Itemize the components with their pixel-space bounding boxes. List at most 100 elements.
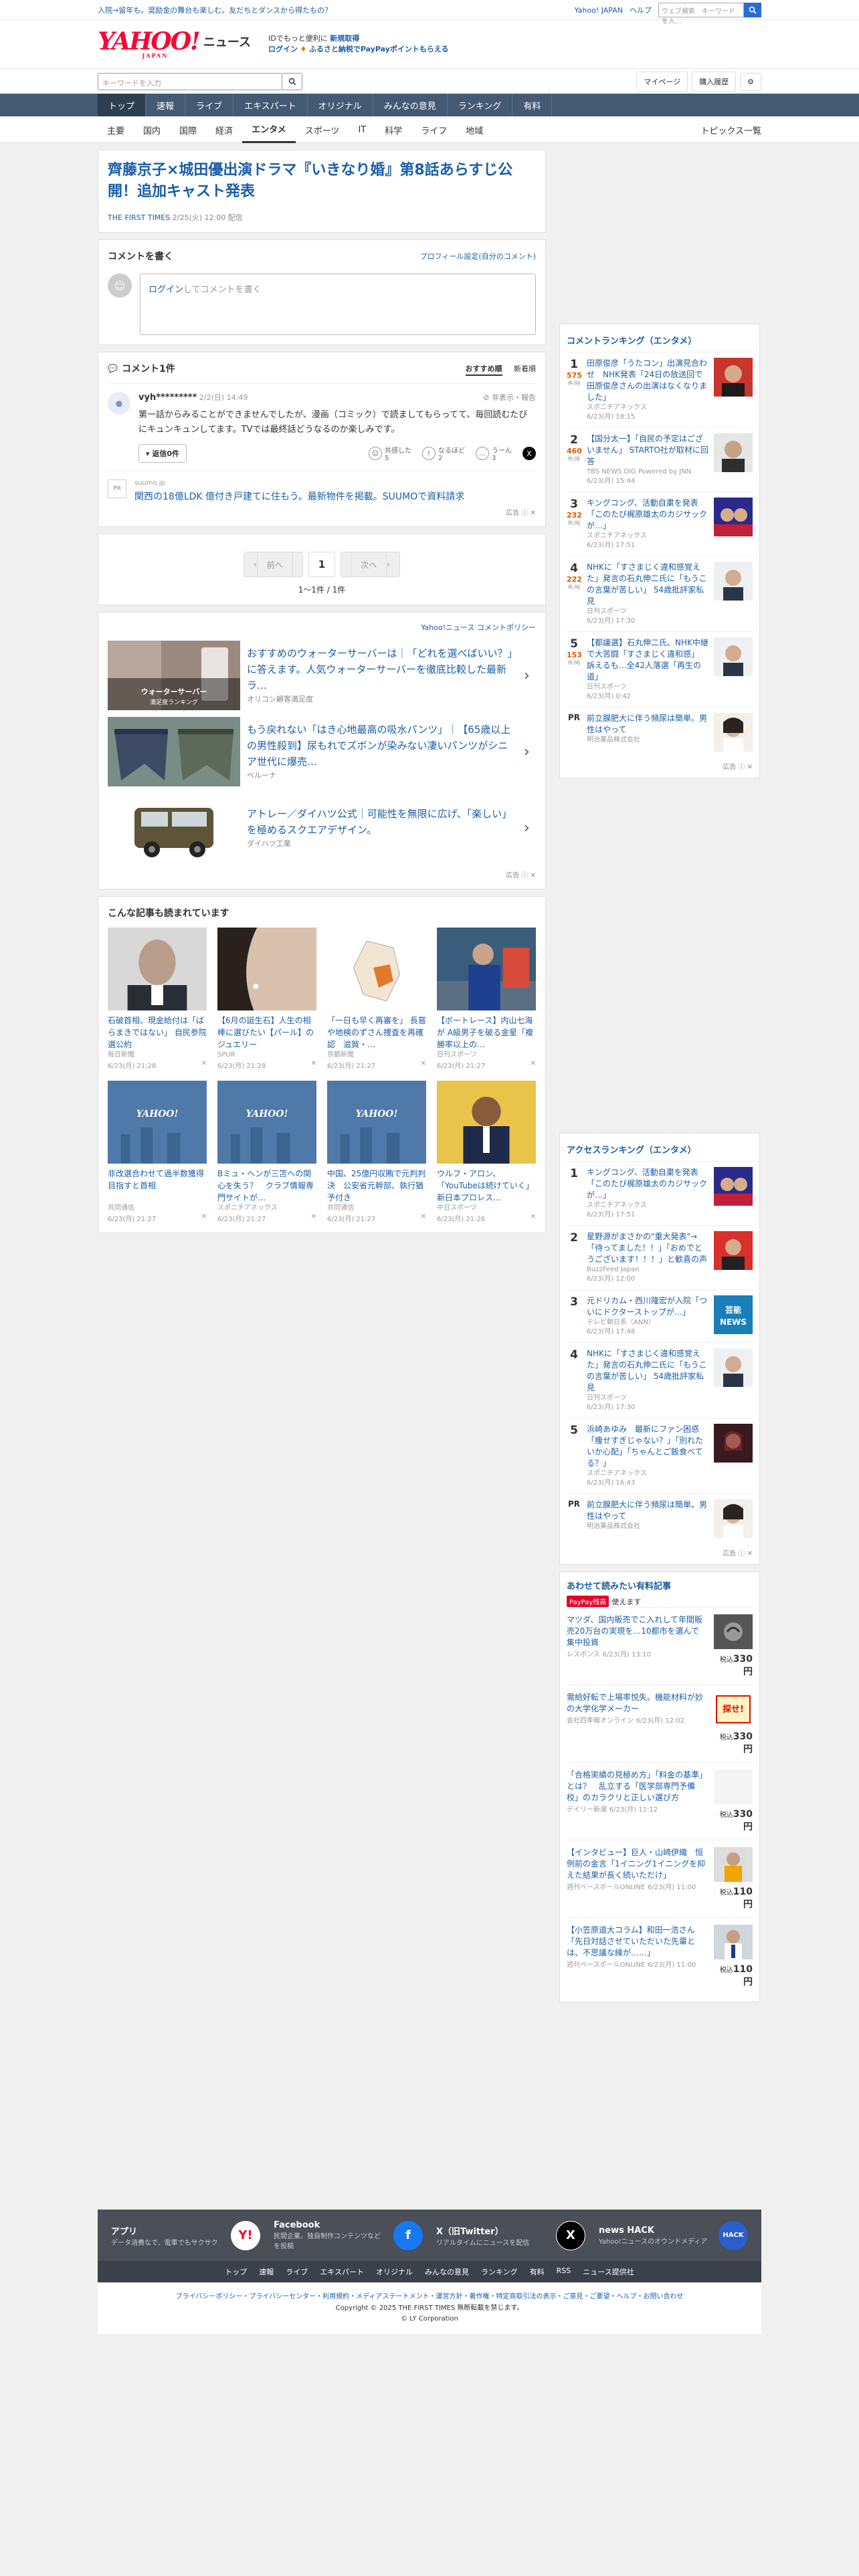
access-ranking-heading[interactable]: アクセスランキング（エンタメ） [567, 1140, 753, 1161]
category-business[interactable]: 経済 [206, 116, 242, 143]
category-local[interactable]: 地域 [456, 116, 492, 143]
ranking-item[interactable]: 1 575 件/時 田原俊彦「うたコン」出演見合わせ NHK発表「24日の放送回で田… [567, 352, 753, 427]
ranking-item[interactable]: 3 232 件/時 キングコング、活動自粛を発表「このたび梶原雄太のカジサックが…」… [567, 492, 753, 556]
related-item[interactable]: 【6月の誕生石】人生の相棒に選びたい【パール】のジュエリー SPUR 6/23(… [217, 928, 316, 1070]
ad-title[interactable]: もう戻れない「はき心地最高の吸水パンツ」｜【65歳以上の男性殺到】尿もれでズボン… [247, 722, 517, 770]
search-icon[interactable] [282, 73, 302, 90]
close-icon[interactable]: ✕ [421, 1213, 426, 1223]
related-item[interactable]: 「一日も早く再審を」 長嘗や地検のずさん捜査を再確認 滋賀・… 京都新聞 6/2… [327, 928, 426, 1070]
furusato-link[interactable]: ふるさと納税でPayPayポイントもらえる [309, 45, 449, 53]
hide-report-link[interactable]: ⊘ 非表示・報告 [483, 392, 536, 403]
gnav-item-live[interactable]: ライブ [185, 94, 234, 116]
topics-list-link[interactable]: トピックス一覧 [700, 124, 761, 136]
close-icon[interactable]: ✕ [311, 1060, 316, 1070]
category-sports[interactable]: スポーツ [296, 116, 349, 143]
empathy-button[interactable]: ☺ 共感した 5 [369, 445, 411, 462]
close-icon[interactable]: ✕ [531, 1060, 536, 1070]
comment-login-link[interactable]: ログイン [149, 285, 183, 295]
chevron-right-icon[interactable]: › [524, 744, 536, 760]
related-item[interactable]: 【ボートレース】内山七海が A級男子を破る金星「複勝率以上の… 日刊スポーツ 6… [437, 928, 536, 1070]
comment-input[interactable]: ログインしてコメントを書く [140, 274, 536, 335]
close-icon[interactable]: ✕ [531, 510, 536, 517]
close-icon[interactable]: ✕ [201, 1060, 207, 1070]
category-world[interactable]: 国際 [170, 116, 206, 143]
gnav-item-original[interactable]: オリジナル [308, 94, 373, 116]
help-link[interactable]: ヘルプ [630, 5, 652, 15]
footer-nav-item[interactable]: ランキング [481, 2266, 518, 2277]
close-icon[interactable]: ✕ [311, 1213, 316, 1223]
related-item[interactable]: YAHOO! 非改選合わせて過半数獲得目指すと首相 共同通信 6/23(月) 2… [108, 1081, 207, 1223]
category-science[interactable]: 科学 [375, 116, 411, 143]
ranking-item[interactable]: 2 星野源がまさかの"重大発表"→「待ってました！！」「おめでとうございます！！… [567, 1225, 753, 1289]
footer-links[interactable]: プライバシーポリシー・プライバシーセンター・利用規約・メディアステートメント・運… [98, 2282, 761, 2303]
ranking-pr-item[interactable]: PR 前立腺肥大に伴う頻尿は簡単。男性はやって 明治薬品株式会社 [567, 707, 753, 757]
info-icon[interactable]: ⓘ [738, 1550, 745, 1558]
next-page-button[interactable]: 次へ › [341, 552, 401, 577]
paid-heading[interactable]: あわせて読みたい有料記事 [567, 1579, 753, 1592]
article-title[interactable]: 齊藤京子×城田優出演ドラマ『いきなり婚』第8話あらすじ公開！追加キャスト発表 [108, 160, 536, 203]
web-search-input[interactable]: ウェブ検索 キーワードを入... [658, 3, 744, 25]
related-item[interactable]: YAHOO! Bミュ・ヘンが三笘への関心を失う？ クラブ情報専門サイトが… スポ… [217, 1081, 316, 1223]
ranking-item[interactable]: 1 キングコング、活動自粛を発表「このたび梶原雄太のカジサックが…」 スポニチアネ… [567, 1161, 753, 1225]
ranking-pr-item[interactable]: PR 前立腺肥大に伴う頻尿は簡単。男性はやって 明治薬品株式会社 [567, 1493, 753, 1543]
comment-policy-link[interactable]: Yahoo!ニュース コメントポリシー [421, 623, 536, 632]
top-promo-link[interactable]: 入院→留年も。奨励金の舞台も楽しむ。友だちとダンスから得たもの？ [98, 5, 332, 15]
category-entertainment[interactable]: エンタメ [242, 116, 296, 143]
ranking-item[interactable]: 2 460 件/時 【国分太一】「自民の予定はございません」 STARTO社が取材に… [567, 427, 753, 492]
mypage-button[interactable]: マイページ [636, 72, 688, 92]
ad-title[interactable]: おすすめのウォーターサーバーは｜「どれを選べばいい？」に答えます。人気ウォーター… [247, 645, 517, 693]
x-share-icon[interactable]: X [522, 447, 536, 460]
footer-app-newshack[interactable]: news HACK Yahoo!ニュースのオウンドメディア HACK [599, 2220, 748, 2250]
footer-app-yahoo[interactable]: アプリ データ消費なで、電車でもサクサク Y! [111, 2220, 260, 2250]
footer-nav-item[interactable]: エキスパート [320, 2266, 364, 2277]
footer-nav-item[interactable]: オリジナル [376, 2266, 413, 2277]
gnav-item-breaking[interactable]: 速報 [146, 94, 186, 116]
search-icon[interactable] [744, 3, 761, 17]
keyword-search-input[interactable]: キーワードを入力 [98, 73, 282, 90]
ranking-item[interactable]: 5 153 件/時 【都議選】石丸伸二氏、NHK中継で大苦闘「すさまじく違和感」 訴… [567, 631, 753, 707]
footer-nav-item[interactable]: RSS [557, 2266, 571, 2277]
insight-button[interactable]: ! なるほど 2 [422, 445, 465, 462]
info-icon[interactable]: ⓘ [521, 872, 528, 879]
signup-link[interactable]: 新規取得 [330, 34, 359, 43]
gnav-item-expert[interactable]: エキスパート [233, 94, 308, 116]
gnav-item-ranking[interactable]: ランキング [448, 94, 513, 116]
article-source[interactable]: THE FIRST TIMES [108, 213, 170, 222]
hmm-button[interactable]: … うーん 3 [476, 445, 512, 462]
category-domestic[interactable]: 国内 [134, 116, 170, 143]
gear-icon[interactable]: ⚙ [740, 72, 761, 91]
ad-title[interactable]: 関西の18億LDK 億付き戸建てに住もう。最新物件を掲載。SUUMOで資料請求 [134, 490, 536, 503]
related-item[interactable]: 石破首相、現金給付は「ばらまきではない」 自民参院選公約 毎日新聞 6/23(月… [108, 928, 207, 1070]
comment-user[interactable]: vyh********* [138, 393, 197, 403]
close-icon[interactable]: ✕ [747, 764, 753, 771]
paid-item[interactable]: 【小笠原道大コラム】和田一浩さん「先日対話させていただいた先輩とは、不思議な縁が… [567, 1917, 753, 1995]
footer-nav-item[interactable]: ニュース提供社 [583, 2266, 634, 2277]
close-icon[interactable]: ✕ [747, 1550, 753, 1558]
prev-page-button[interactable]: ‹ 前へ [243, 552, 303, 577]
close-icon[interactable]: ✕ [201, 1213, 207, 1223]
news-logo-text[interactable]: ニュース [203, 33, 251, 50]
ranking-item[interactable]: 4 222 件/時 NHKに「すさまじく違和感覚えた」発言の石丸伸二氏に「もうこの言… [567, 556, 753, 631]
category-main[interactable]: 主要 [98, 116, 134, 143]
footer-nav-item[interactable]: 速報 [259, 2266, 274, 2277]
reply-button[interactable]: ▾ 返信0件 [138, 444, 187, 463]
sort-recommended-tab[interactable]: おすすめ順 [465, 364, 502, 376]
footer-nav-item[interactable]: トップ [225, 2266, 247, 2277]
footer-app-facebook[interactable]: Facebook 民間企業。独自制作コンテンツなどを投稿 f [274, 2220, 423, 2250]
yahoo-logo[interactable]: YAHOO! JAPAN [98, 29, 201, 58]
category-it[interactable]: IT [349, 116, 375, 143]
close-icon[interactable]: ✕ [421, 1060, 426, 1070]
close-icon[interactable]: ✕ [531, 872, 536, 879]
sort-new-tab[interactable]: 新着順 [514, 364, 536, 373]
related-item[interactable]: YAHOO! 中国、25億円収賄で元判判決 公安省元幹部、執行猶予付き 共同通信… [327, 1081, 426, 1223]
footer-nav-item[interactable]: ライブ [286, 2266, 308, 2277]
paid-item[interactable]: マツダ、国内販売でこ入れして年間販売20万台の実現を…10都市を選んで集中投資レ… [567, 1607, 753, 1685]
footer-nav-item[interactable]: 有料 [530, 2266, 545, 2277]
ad-item[interactable]: もう戻れない「はき心地最高の吸水パンツ」｜【65歳以上の男性殺到】尿もれでズボン… [108, 717, 536, 786]
footer-nav-item[interactable]: みんなの意見 [425, 2266, 469, 2277]
ad-title[interactable]: アトレー／ダイハツ公式｜可能性を無限に広げ、「楽しい」を極めるスクエアデザイン。 [247, 806, 517, 838]
ranking-item[interactable]: 3 元ドリカム・西川隆宏が入院「ついにドクターストップが…」 テレビ朝日系（ANN… [567, 1289, 753, 1342]
paid-item[interactable]: 需給好転で上場率悦失。機能材料が妙の大学化学メーカー 会社四季報オンライン 6/2… [567, 1685, 753, 1762]
related-item[interactable]: ウルフ・アロン、「YouTubeは続けていく」 新日本プロレス… 中日スポーツ … [437, 1081, 536, 1223]
paid-item[interactable]: 「合格実績の見極め方」「料金の基準」とは？ 乱立する「医学部専門予備校」のカラク… [567, 1762, 753, 1840]
